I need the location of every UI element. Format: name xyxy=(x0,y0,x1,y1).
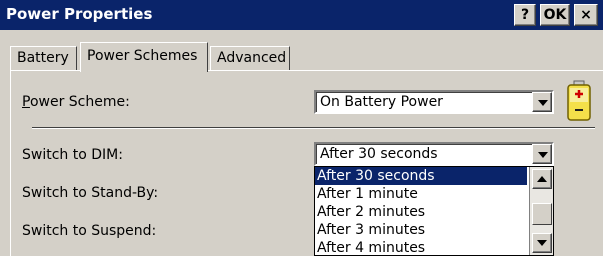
power-scheme-label-accel: P xyxy=(22,94,30,110)
power-scheme-value: On Battery Power xyxy=(320,94,443,110)
list-item[interactable]: After 30 seconds xyxy=(315,167,527,185)
tab-battery[interactable]: Battery xyxy=(10,46,77,70)
close-button[interactable]: × xyxy=(574,4,598,26)
title-bar: Power Properties ? OK × xyxy=(0,0,603,30)
battery-icon xyxy=(567,80,591,121)
switch-to-dim-label: Switch to DIM: xyxy=(22,147,123,163)
chevron-down-icon[interactable] xyxy=(532,92,552,112)
dim-select[interactable]: After 30 seconds xyxy=(314,142,554,166)
power-scheme-select[interactable]: On Battery Power xyxy=(314,90,554,114)
list-item[interactable]: After 4 minutes xyxy=(315,239,527,256)
list-item[interactable]: After 3 minutes xyxy=(315,221,527,239)
dim-dropdown-list: After 30 seconds After 1 minute After 2 … xyxy=(314,166,554,256)
scroll-thumb[interactable] xyxy=(532,203,552,225)
switch-to-standby-label: Switch to Stand-By: xyxy=(22,185,159,201)
scroll-down-icon[interactable] xyxy=(532,233,552,253)
list-item[interactable]: After 2 minutes xyxy=(315,203,527,221)
tab-power-schemes[interactable]: Power Schemes xyxy=(80,42,208,72)
list-item[interactable]: After 1 minute xyxy=(315,185,527,203)
power-scheme-label: Power Scheme: xyxy=(22,94,130,110)
chevron-down-icon[interactable] xyxy=(532,144,552,164)
ok-button[interactable]: OK xyxy=(540,4,570,26)
power-scheme-label-rest: ower Scheme: xyxy=(29,94,130,110)
help-button[interactable]: ? xyxy=(514,4,536,26)
scrollbar[interactable] xyxy=(529,167,553,255)
window-title: Power Properties xyxy=(6,5,153,23)
tab-advanced[interactable]: Advanced xyxy=(210,46,290,70)
switch-to-suspend-label: Switch to Suspend: xyxy=(22,223,157,239)
tab-bar: Battery Power Schemes Advanced xyxy=(0,30,603,72)
dim-value: After 30 seconds xyxy=(320,146,438,162)
separator xyxy=(32,127,595,129)
scroll-up-icon[interactable] xyxy=(532,169,552,189)
